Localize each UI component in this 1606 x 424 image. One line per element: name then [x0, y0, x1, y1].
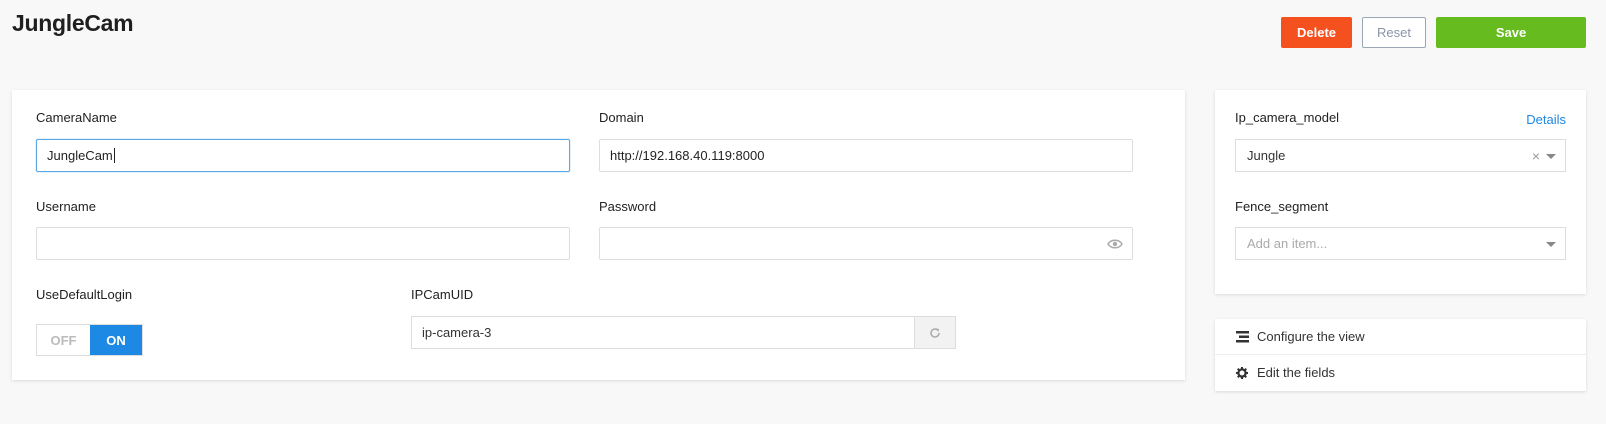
configure-view-button[interactable]: Configure the view: [1215, 319, 1586, 354]
delete-button[interactable]: Delete: [1281, 17, 1352, 48]
toggle-off-option[interactable]: OFF: [37, 325, 90, 355]
details-link[interactable]: Details: [1526, 112, 1566, 127]
chevron-down-icon[interactable]: [1546, 242, 1556, 247]
text-cursor: [113, 148, 115, 163]
use-default-login-label: UseDefaultLogin: [36, 287, 133, 302]
fence-segment-label: Fence_segment: [1235, 199, 1329, 214]
actions-card: Configure the view Edit the fields: [1215, 319, 1586, 391]
clear-icon[interactable]: ×: [1532, 148, 1540, 164]
refresh-uid-button[interactable]: [914, 317, 955, 348]
side-card: Ip_camera_model Details Jungle × Fence_s…: [1215, 90, 1586, 294]
username-input[interactable]: [36, 227, 570, 260]
ipcam-uid-label: IPCamUID: [411, 287, 474, 302]
main-form-card: CameraName JungleCam Domain http://192.1…: [12, 90, 1185, 380]
fence-segment-select[interactable]: Add an item...: [1235, 227, 1566, 260]
ipcam-uid-value: ip-camera-3: [412, 317, 914, 348]
ip-camera-model-select[interactable]: Jungle ×: [1235, 139, 1566, 172]
configure-view-label: Configure the view: [1257, 329, 1365, 344]
edit-fields-label: Edit the fields: [1257, 365, 1336, 380]
camera-name-input[interactable]: JungleCam: [36, 139, 570, 172]
toggle-on-option[interactable]: ON: [90, 325, 142, 355]
username-label: Username: [36, 199, 96, 214]
camera-name-label: CameraName: [36, 110, 117, 125]
eye-icon[interactable]: [1107, 238, 1123, 250]
configure-view-icon: [1235, 330, 1249, 344]
chevron-down-icon[interactable]: [1546, 154, 1556, 159]
password-input[interactable]: [599, 227, 1133, 260]
domain-input[interactable]: http://192.168.40.119:8000: [599, 139, 1133, 172]
fence-segment-placeholder: Add an item...: [1247, 236, 1328, 251]
use-default-login-toggle[interactable]: OFF ON: [36, 324, 143, 356]
domain-value: http://192.168.40.119:8000: [610, 148, 765, 163]
ip-camera-model-label: Ip_camera_model: [1235, 110, 1340, 125]
ip-camera-model-value: Jungle: [1247, 148, 1286, 163]
page-title: JungleCam: [12, 10, 134, 36]
domain-label: Domain: [599, 110, 644, 125]
edit-fields-button[interactable]: Edit the fields: [1215, 355, 1586, 390]
reset-button[interactable]: Reset: [1362, 17, 1426, 48]
gear-icon: [1235, 366, 1249, 380]
refresh-icon: [930, 327, 940, 338]
save-button[interactable]: Save: [1436, 17, 1586, 48]
camera-name-value: JungleCam: [47, 148, 113, 163]
password-label: Password: [599, 199, 657, 214]
ipcam-uid-input[interactable]: ip-camera-3: [411, 316, 956, 349]
